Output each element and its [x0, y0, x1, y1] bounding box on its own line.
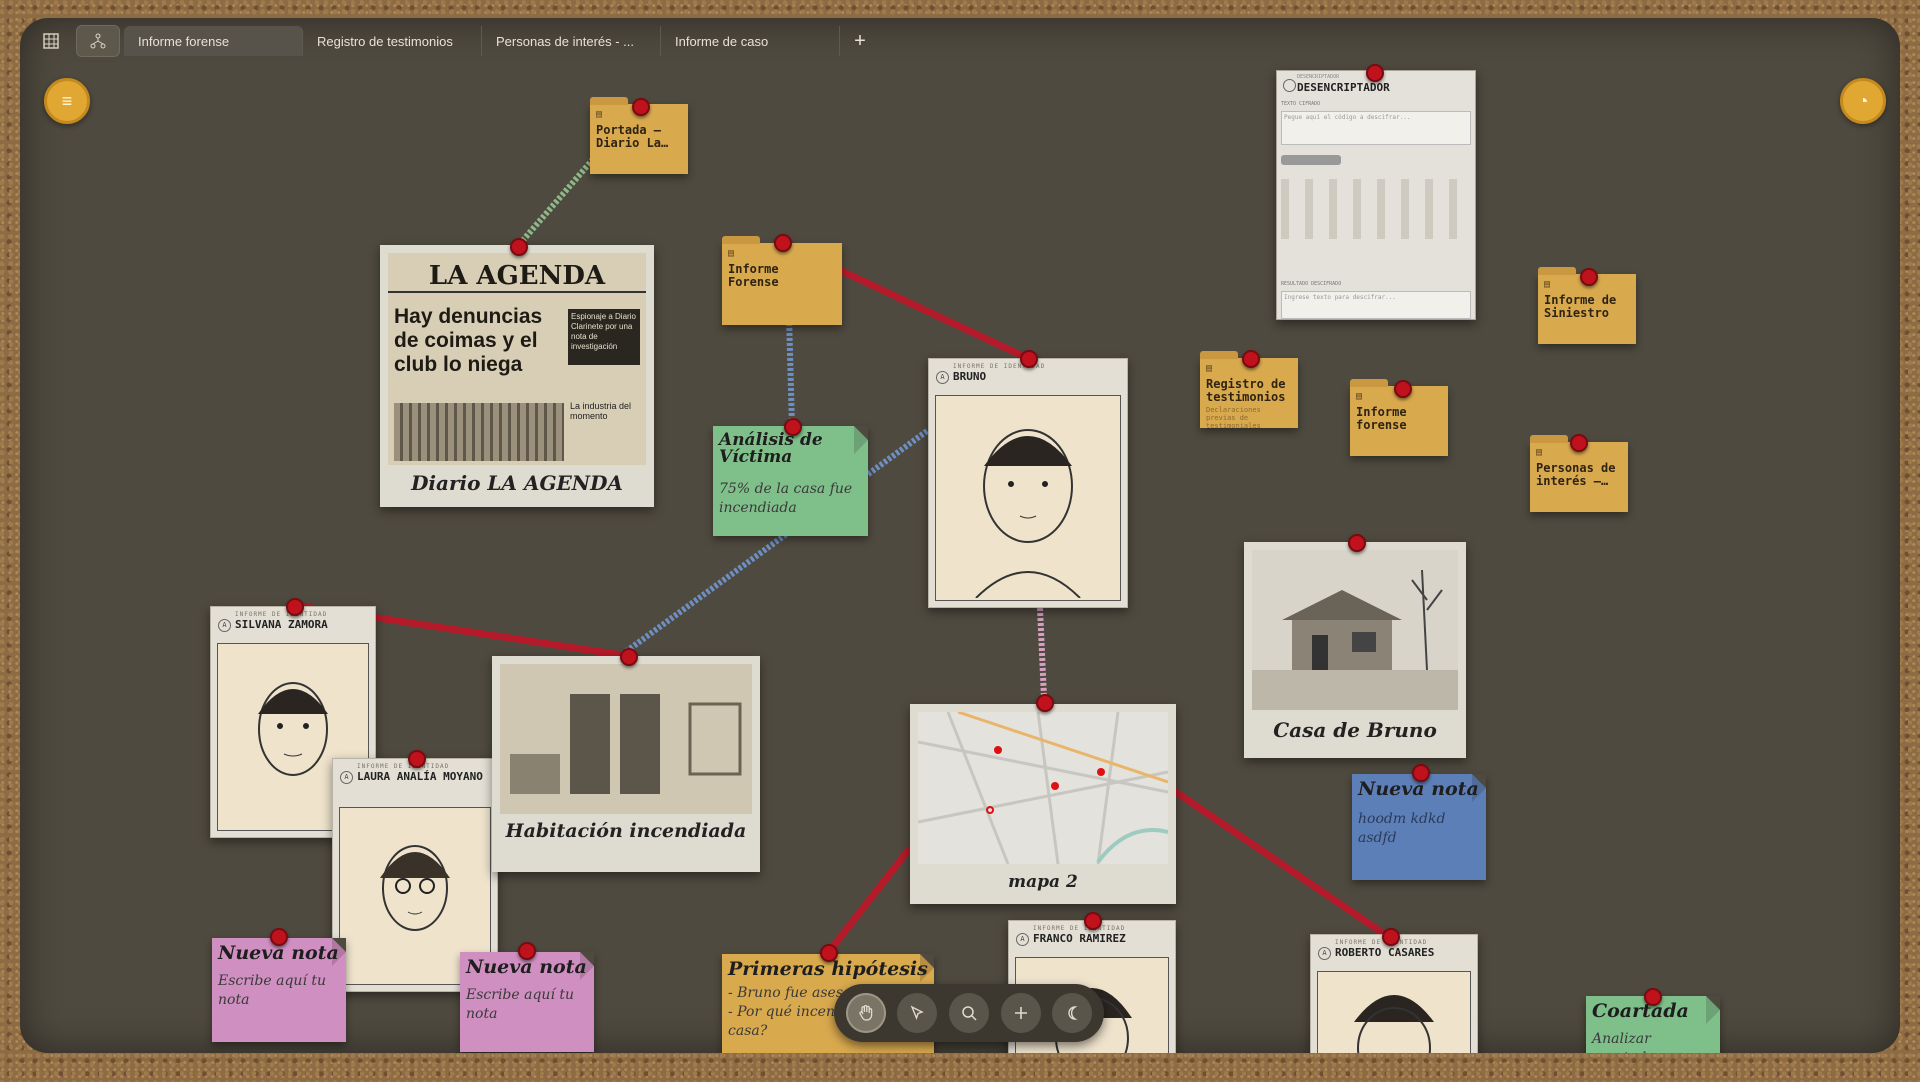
pin[interactable] [1570, 434, 1588, 452]
plus-icon[interactable] [1000, 993, 1041, 1033]
portrait-bruno [935, 395, 1121, 601]
string-red-hipotesis [825, 845, 913, 956]
note-analisis-victima[interactable]: Análisis de Víctima 75% de la casa fue i… [713, 426, 868, 536]
map-image [918, 712, 1168, 864]
pin[interactable] [510, 238, 528, 256]
pin[interactable] [1394, 380, 1412, 398]
newspaper-sidebar-2: La industria del momento [570, 401, 632, 421]
newspaper-masthead: LA AGENDA [388, 261, 646, 293]
person-icon: A [218, 619, 231, 632]
newspaper-sidebar: Espionaje a Diario Clarinete por una not… [568, 309, 640, 365]
burned-room-image [500, 664, 752, 814]
decryptor-panel[interactable]: DESENCRIPTADOR DESENCRIPTADOR TEXTO CIFR… [1276, 70, 1476, 320]
newspaper-headline: Hay denuncias de coimas y el club lo nie… [394, 305, 543, 376]
pointer-icon[interactable] [897, 993, 938, 1033]
pin[interactable] [1084, 912, 1102, 930]
pin[interactable] [620, 648, 638, 666]
note-nueva-pink-1[interactable]: Nueva nota Escribe aquí tu nota [212, 938, 346, 1042]
pin[interactable] [270, 928, 288, 946]
pin[interactable] [1020, 350, 1038, 368]
document-icon: ▤ [1544, 279, 1551, 290]
folder-registro-testimonios[interactable]: ▤ Registro de testimonios Declaraciones … [1200, 351, 1298, 430]
newspaper-caption: Diario LA AGENDA [411, 471, 623, 495]
hand-icon[interactable] [845, 993, 886, 1033]
casa-caption: Casa de Bruno [1273, 718, 1437, 742]
moon-icon[interactable] [1052, 993, 1093, 1033]
document-icon: ▤ [1356, 391, 1363, 402]
note-nueva-blue[interactable]: Nueva nota hoodm kdkd asdfd [1352, 774, 1486, 880]
pin[interactable] [1580, 268, 1598, 286]
pin[interactable] [1366, 64, 1384, 82]
pin[interactable] [1644, 988, 1662, 1006]
document-icon: ▤ [1536, 447, 1543, 458]
pin[interactable] [286, 598, 304, 616]
document-icon: ▤ [1206, 363, 1213, 374]
cipher-input[interactable]: Pegue aquí el código a descifrar... [1281, 111, 1471, 145]
id-card-bruno[interactable]: A INFORME DE IDENTIDAD BRUNO [928, 358, 1128, 608]
cipher-grid[interactable] [1281, 179, 1471, 239]
photo-habitacion-incendiada[interactable]: Habitación incendiada [492, 656, 760, 872]
habitacion-caption: Habitación incendiada [505, 820, 747, 842]
note-nueva-pink-2[interactable]: Nueva nota Escribe aquí tu nota [460, 952, 594, 1052]
photo-mapa-2[interactable]: mapa 2 [910, 704, 1176, 904]
newspaper-photo [394, 403, 564, 461]
pin[interactable] [408, 750, 426, 768]
newspaper-card[interactable]: LA AGENDA Hay denuncias de coimas y el c… [380, 245, 654, 507]
search-icon[interactable] [948, 993, 989, 1033]
pin[interactable] [774, 234, 792, 252]
document-icon: ▤ [596, 109, 603, 120]
person-icon: A [1318, 947, 1331, 960]
newspaper-image: LA AGENDA Hay denuncias de coimas y el c… [388, 253, 646, 465]
decryptor-title: DESENCRIPTADOR [1297, 81, 1390, 94]
pin[interactable] [820, 944, 838, 962]
person-icon: A [1016, 933, 1029, 946]
house-image [1252, 550, 1458, 710]
person-icon: A [936, 371, 949, 384]
corkboard-canvas[interactable]: Informe forense Registro de testimonios … [20, 18, 1900, 1053]
folder-informe-forense[interactable]: ▤ Informe Forense [722, 236, 842, 325]
lock-icon [1283, 79, 1296, 92]
portrait-roberto [1317, 971, 1471, 1053]
mapa-caption: mapa 2 [1008, 872, 1078, 892]
pin[interactable] [632, 98, 650, 116]
string-pink-mapa [1037, 607, 1047, 699]
photo-casa-de-bruno[interactable]: Casa de Bruno [1244, 542, 1466, 758]
pin[interactable] [784, 418, 802, 436]
folder-personas-interes[interactable]: ▤ Personas de interés –… [1530, 435, 1628, 512]
result-output[interactable]: Ingrese texto para descifrar... [1281, 291, 1471, 319]
id-card-roberto-casares[interactable]: A INFORME DE IDENTIDAD ROBERTO CASARES [1310, 934, 1478, 1053]
bottom-toolbar [834, 984, 1104, 1042]
pin[interactable] [1382, 928, 1400, 946]
pin[interactable] [1242, 350, 1260, 368]
decrypt-tab[interactable] [1281, 155, 1341, 165]
person-icon: A [340, 771, 353, 784]
pin[interactable] [1412, 764, 1430, 782]
pin[interactable] [518, 942, 536, 960]
pin[interactable] [1348, 534, 1366, 552]
document-icon: ▤ [728, 248, 735, 259]
pin[interactable] [1036, 694, 1054, 712]
